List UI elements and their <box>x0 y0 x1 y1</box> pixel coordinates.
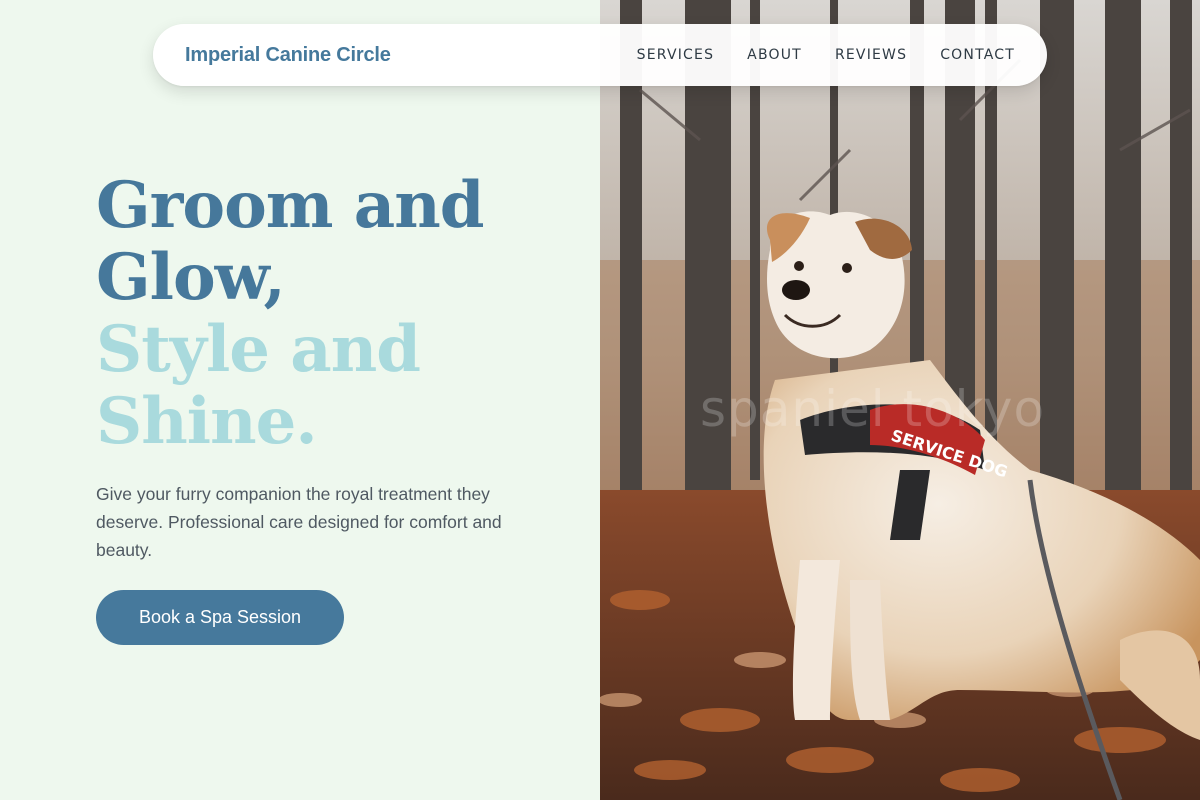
hero-dog-photo: SERVICE DOG <box>600 0 1200 800</box>
headline-line-4: Shine. <box>96 384 318 459</box>
hero-headline: Groom and Glow, Style and Shine. <box>96 170 484 458</box>
nav-link-services[interactable]: SERVICES <box>637 47 715 63</box>
top-navigation-bar: Imperial Canine Circle SERVICES ABOUT RE… <box>153 24 1047 86</box>
hero-description: Give your furry companion the royal trea… <box>96 484 502 560</box>
book-spa-session-button[interactable]: Book a Spa Session <box>96 590 344 645</box>
headline-line-3: Style and <box>96 312 421 387</box>
nav-link-about[interactable]: ABOUT <box>747 47 802 63</box>
nav-link-reviews[interactable]: REVIEWS <box>835 47 907 63</box>
headline-line-2: Glow, <box>96 240 286 315</box>
nav-links: SERVICES ABOUT REVIEWS CONTACT <box>637 47 1015 63</box>
headline-line-1: Groom and <box>96 168 484 243</box>
nav-link-contact[interactable]: CONTACT <box>940 47 1015 63</box>
brand-logo-text[interactable]: Imperial Canine Circle <box>185 44 391 67</box>
